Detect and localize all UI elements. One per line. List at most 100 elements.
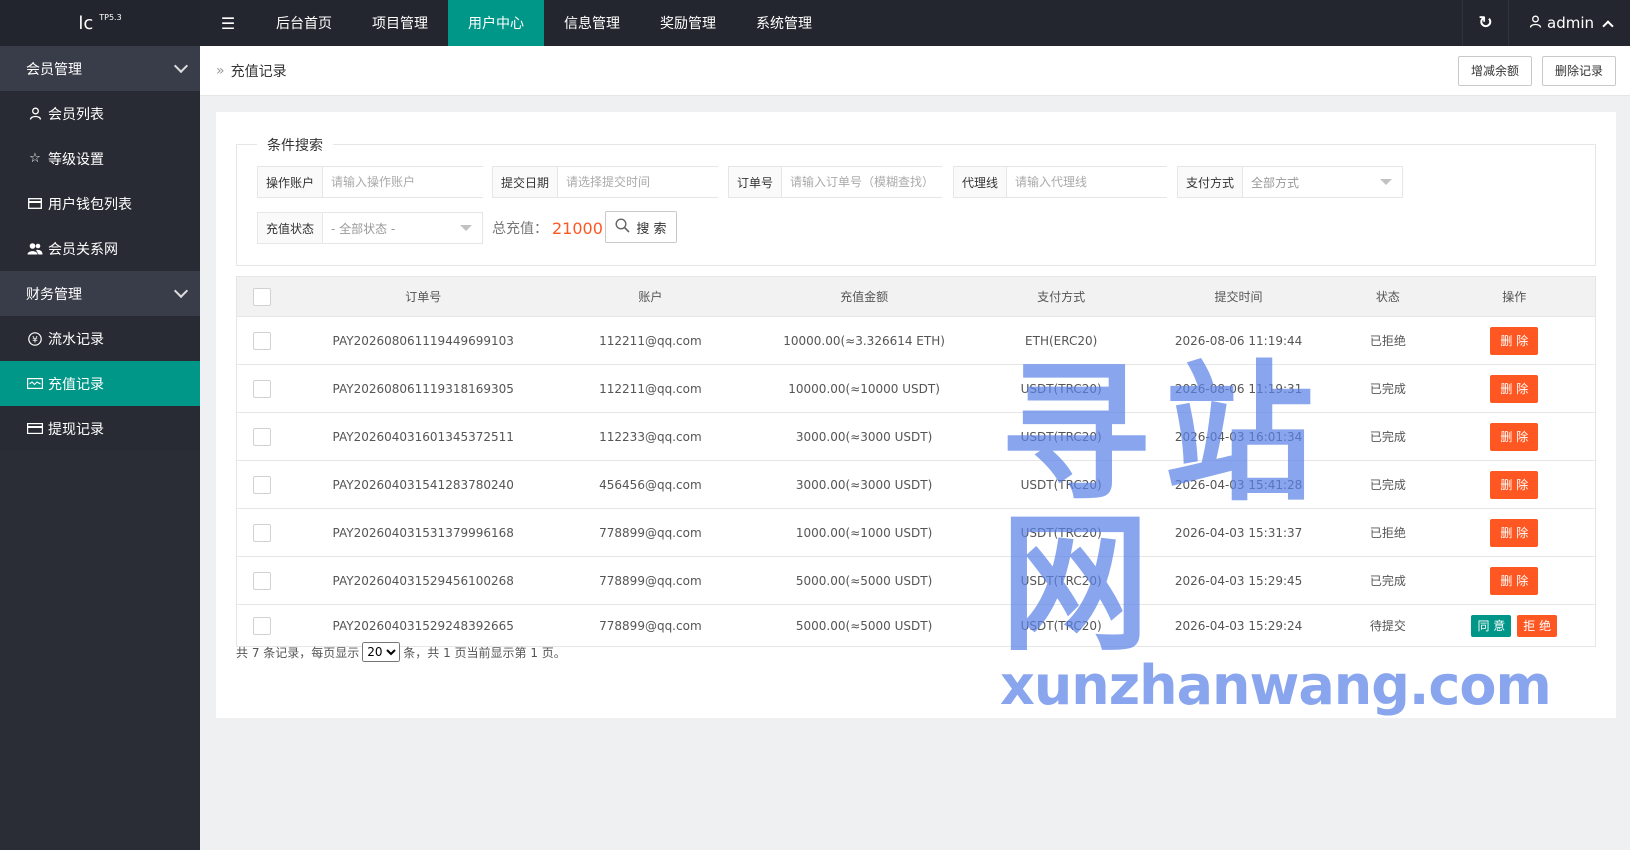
user-icon xyxy=(26,107,44,120)
date-input[interactable] xyxy=(558,167,725,197)
delete-button[interactable]: 删 除 xyxy=(1490,518,1539,547)
method-cell: USDT(TRC20) xyxy=(987,508,1135,557)
table-header-row: 订单号 账户 充值金额 支付方式 提交时间 状态 操作 xyxy=(236,276,1596,317)
status-badge: 已拒绝 xyxy=(1342,316,1434,365)
caret-down-icon xyxy=(1380,179,1392,185)
username: admin xyxy=(1547,14,1594,32)
row-checkbox[interactable] xyxy=(252,331,271,350)
table-row: PAY202604031529248392665 778899@qq.com 5… xyxy=(236,604,1596,647)
top-nav-menu: 后台首页 项目管理 用户中心 信息管理 奖励管理 系统管理 xyxy=(256,0,832,46)
top-nav-info[interactable]: 信息管理 xyxy=(544,0,640,46)
top-nav-projects[interactable]: 项目管理 xyxy=(352,0,448,46)
column-header[interactable]: 充值金额 xyxy=(740,276,988,317)
sidebar-item-flow-records[interactable]: ¥ 流水记录 xyxy=(0,316,200,361)
column-header[interactable]: 状态 xyxy=(1342,276,1434,317)
amount-cell: 3000.00(≈3000 USDT) xyxy=(740,412,988,461)
reject-button[interactable]: 拒 绝 xyxy=(1517,614,1558,637)
adjust-balance-button[interactable]: 增减余额 xyxy=(1457,55,1532,86)
amount-cell: 5000.00(≈5000 USDT) xyxy=(740,556,988,605)
table-row: PAY202604031541283780240 456456@qq.com 3… xyxy=(236,460,1596,509)
delete-button[interactable]: 删 除 xyxy=(1490,374,1539,403)
sidebar-item-label: 等级设置 xyxy=(48,151,104,168)
pagination: 共 7 条记录，每页显示 20 条，共 1 页当前显示第 1 页。 xyxy=(236,642,566,662)
amount-cell: 1000.00(≈1000 USDT) xyxy=(740,508,988,557)
search-fieldset: 条件搜索 操作账户 提交日期 订单号 代理线 支付方式 全部方式 充值状态 xyxy=(236,135,1596,266)
user-menu[interactable]: admin xyxy=(1508,0,1630,46)
sidebar-group-member[interactable]: 会员管理 xyxy=(0,46,200,91)
search-legend: 条件搜索 xyxy=(257,135,333,155)
sidebar: lc TP5.3 会员管理 会员列表 ☆ 等级设置 用户钱包列表 会员关系网 财务… xyxy=(0,0,200,850)
status-select[interactable]: - 全部状态 - xyxy=(323,213,482,243)
recharge-table: 订单号 账户 充值金额 支付方式 提交时间 状态 操作 PAY202608061… xyxy=(236,276,1596,647)
users-icon xyxy=(26,242,44,255)
account-label: 操作账户 xyxy=(258,167,324,197)
action-cell: 删 除 xyxy=(1433,460,1596,509)
search-icon xyxy=(615,217,630,237)
select-all-checkbox[interactable] xyxy=(252,287,271,306)
row-checkbox[interactable] xyxy=(252,571,271,590)
method-cell: USDT(TRC20) xyxy=(987,460,1135,509)
delete-button[interactable]: 删 除 xyxy=(1490,470,1539,499)
row-checkbox-cell xyxy=(236,460,287,509)
delete-button[interactable]: 删 除 xyxy=(1490,422,1539,451)
logo-text: lc xyxy=(78,12,94,34)
menu-icon[interactable]: ☰ xyxy=(200,0,256,46)
method-cell: ETH(ERC20) xyxy=(987,316,1135,365)
refresh-icon[interactable]: ↻ xyxy=(1462,0,1508,46)
row-checkbox[interactable] xyxy=(252,616,271,635)
sidebar-item-member-list[interactable]: 会员列表 xyxy=(0,91,200,136)
sidebar-item-label: 会员列表 xyxy=(48,106,104,123)
date-label: 提交日期 xyxy=(493,167,559,197)
pager-prefix: 共 7 条记录，每页显示 xyxy=(236,645,360,660)
order-input[interactable] xyxy=(782,167,949,197)
action-cell: 删 除 xyxy=(1433,412,1596,461)
agent-input[interactable] xyxy=(1007,167,1174,197)
total-recharge: 总充值： 21000 xyxy=(492,212,603,244)
account-cell: 778899@qq.com xyxy=(560,604,741,647)
status-label: 充值状态 xyxy=(258,213,324,243)
account-input[interactable] xyxy=(323,167,490,197)
logo[interactable]: lc TP5.3 xyxy=(0,0,200,46)
sidebar-item-label: 用户钱包列表 xyxy=(48,196,132,213)
approve-button[interactable]: 同 意 xyxy=(1471,614,1512,637)
time-cell: 2026-08-06 11:19:31 xyxy=(1134,364,1343,413)
search-button[interactable]: 搜 索 xyxy=(605,211,677,243)
status-badge: 已完成 xyxy=(1342,364,1434,413)
sidebar-group-finance[interactable]: 财务管理 xyxy=(0,271,200,316)
top-nav-home[interactable]: 后台首页 xyxy=(256,0,352,46)
row-checkbox-cell xyxy=(236,316,287,365)
pager-suffix: 条，共 1 页当前显示第 1 页。 xyxy=(403,645,566,660)
row-checkbox[interactable] xyxy=(252,379,271,398)
sidebar-item-recharge-records[interactable]: 充值记录 xyxy=(0,361,200,406)
sidebar-item-member-network[interactable]: 会员关系网 xyxy=(0,226,200,271)
account-cell: 778899@qq.com xyxy=(560,508,741,557)
row-checkbox[interactable] xyxy=(252,427,271,446)
sidebar-item-withdraw-records[interactable]: 提现记录 xyxy=(0,406,200,451)
double-chevron-icon: » xyxy=(216,62,225,79)
sidebar-item-label: 流水记录 xyxy=(48,331,104,348)
top-nav-rewards[interactable]: 奖励管理 xyxy=(640,0,736,46)
page-size-select[interactable]: 20 xyxy=(362,642,401,662)
pay-filter: 支付方式 全部方式 xyxy=(1177,166,1403,198)
sidebar-item-level-settings[interactable]: ☆ 等级设置 xyxy=(0,136,200,181)
delete-button[interactable]: 删 除 xyxy=(1490,326,1539,355)
column-header[interactable]: 订单号 xyxy=(286,276,561,317)
top-nav-user-center[interactable]: 用户中心 xyxy=(448,0,544,46)
yen-icon: ¥ xyxy=(26,331,44,346)
sidebar-item-wallet-list[interactable]: 用户钱包列表 xyxy=(0,181,200,226)
status-badge: 已完成 xyxy=(1342,412,1434,461)
column-header[interactable]: 账户 xyxy=(560,276,741,317)
time-cell: 2026-08-06 11:19:44 xyxy=(1134,316,1343,365)
row-checkbox[interactable] xyxy=(252,523,271,542)
delete-records-button[interactable]: 删除记录 xyxy=(1541,55,1616,86)
column-header: 操作 xyxy=(1433,276,1596,317)
top-nav-system[interactable]: 系统管理 xyxy=(736,0,832,46)
row-checkbox[interactable] xyxy=(252,475,271,494)
delete-button[interactable]: 删 除 xyxy=(1490,566,1539,595)
row-checkbox-cell xyxy=(236,364,287,413)
column-header[interactable]: 提交时间 xyxy=(1134,276,1343,317)
pay-label: 支付方式 xyxy=(1178,167,1244,197)
top-navbar: ☰ 后台首页 项目管理 用户中心 信息管理 奖励管理 系统管理 ↻ admin xyxy=(200,0,1630,46)
pay-select[interactable]: 全部方式 xyxy=(1243,167,1402,197)
column-header[interactable]: 支付方式 xyxy=(987,276,1135,317)
